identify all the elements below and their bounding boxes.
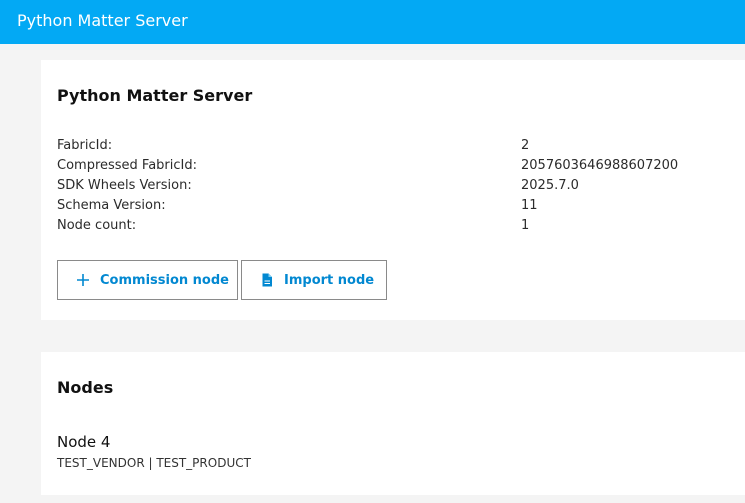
info-key: Compressed FabricId: [57, 158, 198, 173]
node-name: Node 4 [57, 433, 111, 451]
nodes-card: Nodes Node 4 TEST_VENDOR | TEST_PRODUCT [41, 352, 745, 495]
node-list-item[interactable]: Node 4 TEST_VENDOR | TEST_PRODUCT [57, 432, 251, 472]
commission-node-label: Commission node [100, 272, 229, 288]
info-row-compressed-fabric-id: Compressed FabricId: 2057603646988607200 [57, 156, 745, 176]
node-details: TEST_VENDOR | TEST_PRODUCT [57, 456, 251, 470]
app-header: Python Matter Server [0, 0, 745, 44]
info-row-sdk-wheels-version: SDK Wheels Version: 2025.7.0 [57, 176, 745, 196]
info-value: 1 [521, 218, 530, 233]
info-key: Schema Version: [57, 198, 166, 213]
server-info-list: FabricId: 2 Compressed FabricId: 2057603… [57, 136, 745, 236]
import-node-label: Import node [284, 272, 375, 288]
plus-icon [76, 273, 90, 287]
server-info-card: Python Matter Server FabricId: 2 Compres… [41, 60, 745, 320]
info-value: 2057603646988607200 [521, 158, 679, 173]
info-row-fabric-id: FabricId: 2 [57, 136, 745, 156]
import-node-button[interactable]: Import node [241, 260, 387, 300]
info-value: 11 [521, 198, 538, 213]
app-title: Python Matter Server [17, 11, 188, 30]
nodes-card-title: Nodes [57, 378, 114, 397]
commission-node-button[interactable]: Commission node [57, 260, 238, 300]
info-row-schema-version: Schema Version: 11 [57, 196, 745, 216]
server-card-title: Python Matter Server [57, 86, 253, 105]
info-value: 2 [521, 138, 530, 153]
info-value: 2025.7.0 [521, 178, 579, 193]
info-key: FabricId: [57, 138, 113, 153]
info-key: SDK Wheels Version: [57, 178, 192, 193]
file-icon [260, 273, 274, 287]
info-row-node-count: Node count: 1 [57, 216, 745, 236]
info-key: Node count: [57, 218, 137, 233]
